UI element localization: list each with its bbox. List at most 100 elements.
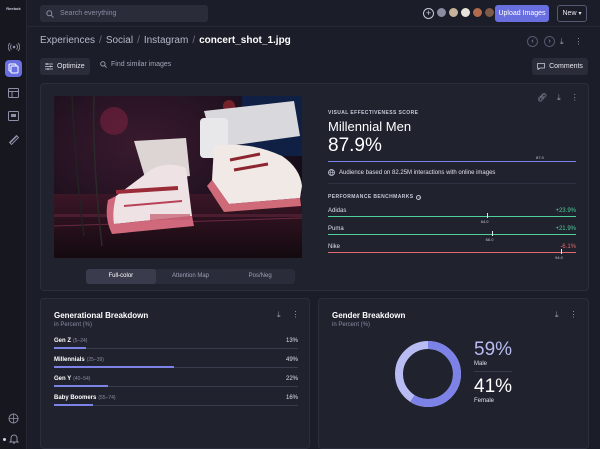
comments-label: Comments — [549, 63, 583, 70]
gender-title: Gender Breakdown — [332, 311, 406, 320]
score-value: 87.9% — [328, 135, 382, 156]
generation-percent: 22% — [285, 376, 298, 382]
info-icon[interactable]: ? — [416, 194, 422, 200]
broadcast-icon[interactable] — [5, 38, 22, 55]
avatar[interactable] — [448, 7, 459, 18]
female-percent: 41% — [474, 376, 513, 397]
breadcrumb-social[interactable]: Social — [106, 35, 133, 46]
benchmark-delta: +21.9% — [555, 226, 576, 232]
benchmark-bar — [328, 216, 576, 217]
female-label: Female — [474, 398, 495, 404]
breadcrumb-separator: / — [137, 35, 140, 46]
generation-percent: 16% — [285, 395, 298, 401]
side-rail: Reebok — [0, 0, 27, 449]
benchmark-marker-label: 66.0 — [485, 237, 494, 242]
search-input[interactable]: Search everything — [60, 10, 116, 17]
card-actions: 🔗︎ ⤓ ⋮ — [537, 93, 579, 103]
gender-breakdown-card: Gender Breakdown in Percent (%) ⤓ ⋮ 59% … — [318, 298, 589, 449]
download-icon[interactable]: ⤓ — [557, 93, 561, 103]
avatar[interactable] — [484, 7, 495, 18]
tag-icon[interactable] — [5, 131, 22, 148]
images-icon[interactable] — [5, 60, 22, 77]
search-icon — [100, 61, 107, 68]
concert-photo[interactable] — [54, 96, 302, 258]
more-options-icon[interactable]: ⋮ — [292, 310, 300, 320]
generation-percent: 13% — [285, 338, 298, 344]
tab-attention-map[interactable]: Attention Map — [156, 269, 226, 284]
avatar[interactable] — [460, 7, 471, 18]
notifications-bell-icon[interactable] — [5, 430, 22, 447]
upload-images-button[interactable]: Upload Images — [495, 5, 549, 22]
benchmarks-label: PERFORMANCE BENCHMARKS — [328, 194, 414, 200]
avatar[interactable] — [436, 7, 447, 18]
file-nav: ‹ › — [527, 36, 555, 47]
divider — [474, 371, 512, 372]
generation-name: Gen Z (5–24) — [54, 338, 87, 344]
search-icon — [46, 9, 54, 18]
global-search[interactable]: Search everything — [40, 5, 208, 22]
next-image-button[interactable]: › — [544, 36, 555, 47]
benchmark-marker-label: 94.0 — [555, 255, 563, 260]
benchmark-bar — [328, 234, 576, 235]
image-analysis-card: Full-color Attention Map Pos/Neg 🔗︎ ⤓ ⋮ … — [40, 83, 589, 291]
link-icon[interactable]: 🔗︎ — [537, 93, 547, 103]
integrations-icon[interactable] — [5, 410, 22, 427]
sliders-icon — [45, 63, 53, 70]
breadcrumb-instagram[interactable]: Instagram — [144, 35, 188, 46]
benchmark-delta: -6.1% — [560, 244, 576, 250]
new-dropdown-button[interactable]: New ▾ — [557, 5, 587, 22]
generation-range: (40–54) — [73, 376, 91, 382]
add-collaborator-button[interactable]: + — [423, 8, 434, 19]
chevron-down-icon: ▾ — [578, 11, 582, 17]
divider — [328, 183, 576, 184]
audience-note: Audience based on 82.25M interactions wi… — [328, 169, 495, 176]
find-similar-button[interactable]: Find similar images — [100, 61, 171, 68]
generation-label: Millennials — [54, 357, 85, 363]
generation-bar-fill — [54, 404, 94, 406]
score-section-label: VISUAL EFFECTIVENESS SCORE — [328, 110, 419, 116]
comments-button[interactable]: Comments — [532, 58, 588, 75]
more-options-icon[interactable]: ⋮ — [570, 310, 578, 320]
generation-bar-fill — [54, 347, 86, 349]
new-label: New — [562, 10, 577, 17]
tab-full-color[interactable]: Full-color — [86, 269, 156, 284]
previous-image-button[interactable]: ‹ — [527, 36, 538, 47]
benchmark-delta: +23.9% — [555, 208, 576, 214]
more-options-icon[interactable]: ⋮ — [571, 93, 579, 103]
globe-icon — [328, 169, 335, 176]
breadcrumb: Experiences / Social / Instagram / conce… — [40, 35, 291, 46]
generation-percent: 49% — [285, 357, 298, 363]
generation-name: Gen Y (40–54) — [54, 376, 90, 382]
find-similar-label: Find similar images — [111, 61, 172, 68]
optimize-button[interactable]: Optimize — [40, 58, 90, 75]
layout-icon[interactable] — [5, 107, 22, 124]
benchmarks-header: PERFORMANCE BENCHMARKS ? — [328, 194, 422, 200]
benchmark-name: Nike — [328, 244, 341, 250]
male-percent: 59% — [474, 339, 513, 360]
download-icon[interactable]: ⤓ — [555, 310, 559, 320]
tab-pos-neg[interactable]: Pos/Neg — [225, 269, 295, 284]
generational-breakdown-card: Generational Breakdown in Percent (%) ⤓ … — [40, 298, 310, 449]
generation-name: Baby Boomers (55–74) — [54, 395, 116, 401]
score-bar: 87.9 — [328, 155, 576, 162]
generation-range: (55–74) — [98, 395, 116, 401]
gender-subtitle: in Percent (%) — [332, 322, 371, 328]
download-icon[interactable]: ⤓ — [560, 37, 564, 47]
breadcrumb-separator: / — [192, 35, 196, 46]
benchmark-marker — [491, 231, 493, 236]
generational-title: Generational Breakdown — [54, 311, 149, 320]
card-actions: ⤓ ⋮ — [277, 310, 300, 320]
image-toolbar: Optimize Find similar images Comments — [40, 58, 588, 76]
header-actions: ⤓ ⋮ — [560, 37, 583, 47]
more-options-icon[interactable]: ⋮ — [575, 37, 583, 47]
download-icon[interactable]: ⤓ — [277, 310, 281, 320]
gender-donut-chart — [395, 341, 461, 407]
audience-note-text: Audience based on 82.25M interactions wi… — [339, 169, 496, 176]
dashboard-icon[interactable] — [5, 84, 22, 101]
view-mode-tabs: Full-color Attention Map Pos/Neg — [86, 269, 295, 284]
breadcrumb-experiences[interactable]: Experiences — [40, 35, 95, 46]
benchmark-marker-label: 64.0 — [480, 219, 489, 224]
generation-range: (25–39) — [86, 357, 104, 363]
avatar[interactable] — [472, 7, 483, 18]
brand-logo[interactable]: Reebok — [4, 6, 23, 20]
